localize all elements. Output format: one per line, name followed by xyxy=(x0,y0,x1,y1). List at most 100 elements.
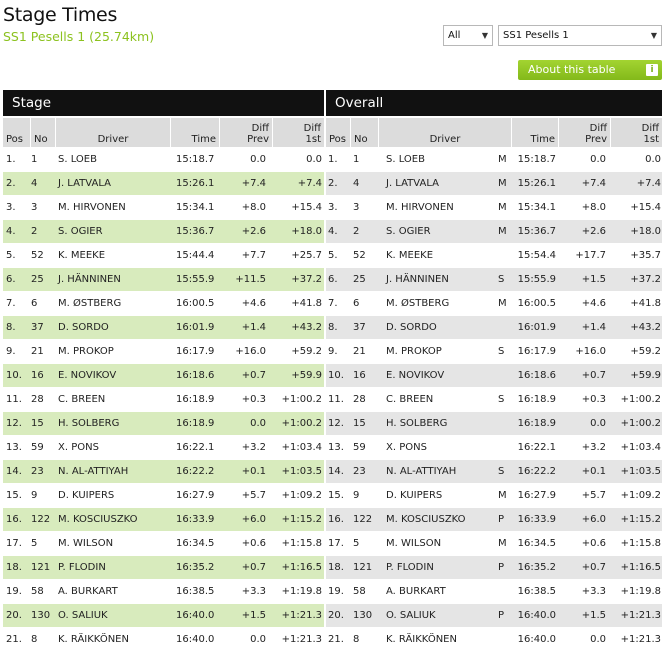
row-driver: K. MEEKE xyxy=(58,250,106,261)
table-row[interactable]: 16. 122 M. KOSCIUSZKO 16:33.9 +6.0 +1:15.2 xyxy=(3,508,324,532)
row-diff-first: +41.8 xyxy=(291,298,322,309)
col-time[interactable]: Time xyxy=(511,118,558,147)
row-driver: S. OGIER xyxy=(386,226,431,237)
table-row[interactable]: 1. 1 S. LOEB M 15:18.7 0.0 0.0 xyxy=(326,148,662,172)
row-pos: 14. xyxy=(328,466,344,477)
table-row[interactable]: 18. 121 P. FLODIN P 16:35.2 +0.7 +1:16.5 xyxy=(326,556,662,580)
table-row[interactable]: 15. 9 D. KUIPERS M 16:27.9 +5.7 +1:09.2 xyxy=(326,484,662,508)
table-row[interactable]: 21. 8 K. RÄIKKÖNEN 16:40.0 0.0 +1:21.3 xyxy=(326,628,662,652)
table-row[interactable]: 5. 52 K. MEEKE 15:44.4 +7.7 +25.7 xyxy=(3,244,324,268)
row-class: S xyxy=(498,466,505,477)
row-class: P xyxy=(498,514,505,525)
row-driver: M. ØSTBERG xyxy=(386,298,450,309)
row-class: M xyxy=(498,178,507,189)
row-pos: 7. xyxy=(328,298,338,309)
table-row[interactable]: 3. 3 M. HIRVONEN M 15:34.1 +8.0 +15.4 xyxy=(326,196,662,220)
row-pos: 5. xyxy=(328,250,338,261)
row-diff-prev: +2.6 xyxy=(241,226,266,237)
table-row[interactable]: 8. 37 D. SORDO 16:01.9 +1.4 +43.2 xyxy=(3,316,324,340)
row-no: 37 xyxy=(31,322,44,333)
table-row[interactable]: 13. 59 X. PONS 16:22.1 +3.2 +1:03.4 xyxy=(3,436,324,460)
table-row[interactable]: 15. 9 D. KUIPERS 16:27.9 +5.7 +1:09.2 xyxy=(3,484,324,508)
row-no: 2 xyxy=(31,226,38,237)
col-pos[interactable]: Pos xyxy=(3,118,30,147)
col-no[interactable]: No xyxy=(30,118,55,147)
table-row[interactable]: 12. 15 H. SOLBERG 16:18.9 0.0 +1:00.2 xyxy=(3,412,324,436)
table-row[interactable]: 7. 6 M. ØSTBERG 16:00.5 +4.6 +41.8 xyxy=(3,292,324,316)
col-no[interactable]: No xyxy=(350,118,378,147)
row-diff-first: +1:00.2 xyxy=(620,394,661,405)
table-row[interactable]: 4. 2 S. OGIER 15:36.7 +2.6 +18.0 xyxy=(3,220,324,244)
table-row[interactable]: 16. 122 M. KOSCIUSZKO P 16:33.9 +6.0 +1:15.2 xyxy=(326,508,662,532)
table-row[interactable]: 20. 130 O. SALIUK P 16:40.0 +1.5 +1:21.3 xyxy=(326,604,662,628)
row-no: 28 xyxy=(353,394,366,405)
col-diff-prev[interactable]: Diff Prev xyxy=(558,118,610,147)
row-diff-prev: +7.7 xyxy=(241,250,266,261)
row-driver: X. PONS xyxy=(58,442,99,453)
row-diff-first: +41.8 xyxy=(630,298,661,309)
row-pos: 4. xyxy=(328,226,338,237)
col-driver[interactable]: Driver xyxy=(55,118,170,147)
row-time: 15:26.1 xyxy=(517,178,556,189)
table-row[interactable]: 11. 28 C. BREEN S 16:18.9 +0.3 +1:00.2 xyxy=(326,388,662,412)
table-row[interactable]: 14. 23 N. AL-ATTIYAH 16:22.2 +0.1 +1:03.5 xyxy=(3,460,324,484)
row-time: 15:34.1 xyxy=(517,202,556,213)
row-diff-prev: +2.6 xyxy=(581,226,606,237)
table-row[interactable]: 8. 37 D. SORDO 16:01.9 +1.4 +43.2 xyxy=(326,316,662,340)
row-no: 9 xyxy=(31,490,38,501)
row-diff-prev: +0.7 xyxy=(581,370,606,381)
col-diff-prev[interactable]: Diff Prev xyxy=(219,118,272,147)
col-pos[interactable]: Pos xyxy=(326,118,350,147)
table-row[interactable]: 3. 3 M. HIRVONEN 15:34.1 +8.0 +15.4 xyxy=(3,196,324,220)
row-diff-prev: +1.4 xyxy=(581,322,606,333)
table-row[interactable]: 5. 52 K. MEEKE 15:54.4 +17.7 +35.7 xyxy=(326,244,662,268)
col-driver[interactable]: Driver xyxy=(378,118,511,147)
table-row[interactable]: 2. 4 J. LATVALA 15:26.1 +7.4 +7.4 xyxy=(3,172,324,196)
table-row[interactable]: 9. 21 M. PROKOP 16:17.9 +16.0 +59.2 xyxy=(3,340,324,364)
row-diff-prev: +0.3 xyxy=(241,394,266,405)
table-row[interactable]: 17. 5 M. WILSON M 16:34.5 +0.6 +1:15.8 xyxy=(326,532,662,556)
table-row[interactable]: 18. 121 P. FLODIN 16:35.2 +0.7 +1:16.5 xyxy=(3,556,324,580)
row-no: 52 xyxy=(353,250,366,261)
table-row[interactable]: 11. 28 C. BREEN 16:18.9 +0.3 +1:00.2 xyxy=(3,388,324,412)
row-no: 23 xyxy=(353,466,366,477)
row-driver: J. LATVALA xyxy=(58,178,111,189)
row-no: 25 xyxy=(31,274,44,285)
row-diff-first: +18.0 xyxy=(630,226,661,237)
table-row[interactable]: 13. 59 X. PONS 16:22.1 +3.2 +1:03.4 xyxy=(326,436,662,460)
table-row[interactable]: 9. 21 M. PROKOP S 16:17.9 +16.0 +59.2 xyxy=(326,340,662,364)
row-time: 16:22.1 xyxy=(517,442,556,453)
table-row[interactable]: 12. 15 H. SOLBERG 16:18.9 0.0 +1:00.2 xyxy=(326,412,662,436)
row-no: 23 xyxy=(31,466,44,477)
col-diff-first[interactable]: Diff 1st xyxy=(610,118,662,147)
table-row[interactable]: 19. 58 A. BURKART 16:38.5 +3.3 +1:19.8 xyxy=(326,580,662,604)
col-time[interactable]: Time xyxy=(170,118,219,147)
table-row[interactable]: 10. 16 E. NOVIKOV 16:18.6 +0.7 +59.9 xyxy=(3,364,324,388)
row-no: 21 xyxy=(31,346,44,357)
row-diff-first: +1:19.8 xyxy=(620,586,661,597)
row-diff-first: +7.4 xyxy=(636,178,661,189)
stage-select[interactable]: SS1 Pesells 1 ▼ xyxy=(498,25,662,46)
row-diff-prev: +1.5 xyxy=(241,610,266,621)
table-row[interactable]: 14. 23 N. AL-ATTIYAH S 16:22.2 +0.1 +1:03.5 xyxy=(326,460,662,484)
row-driver: D. SORDO xyxy=(58,322,109,333)
table-row[interactable]: 10. 16 E. NOVIKOV 16:18.6 +0.7 +59.9 xyxy=(326,364,662,388)
table-row[interactable]: 7. 6 M. ØSTBERG M 16:00.5 +4.6 +41.8 xyxy=(326,292,662,316)
row-driver: P. FLODIN xyxy=(386,562,434,573)
table-row[interactable]: 1. 1 S. LOEB 15:18.7 0.0 0.0 xyxy=(3,148,324,172)
table-row[interactable]: 19. 58 A. BURKART 16:38.5 +3.3 +1:19.8 xyxy=(3,580,324,604)
table-row[interactable]: 4. 2 S. OGIER M 15:36.7 +2.6 +18.0 xyxy=(326,220,662,244)
table-row[interactable]: 6. 25 J. HÄNNINEN S 15:55.9 +1.5 +37.2 xyxy=(326,268,662,292)
about-table-button[interactable]: About this table i xyxy=(518,60,662,80)
table-row[interactable]: 6. 25 J. HÄNNINEN 15:55.9 +11.5 +37.2 xyxy=(3,268,324,292)
table-row[interactable]: 2. 4 J. LATVALA M 15:26.1 +7.4 +7.4 xyxy=(326,172,662,196)
table-row[interactable]: 20. 130 O. SALIUK 16:40.0 +1.5 +1:21.3 xyxy=(3,604,324,628)
overall-section-header: Overall xyxy=(326,90,662,116)
class-filter-select[interactable]: All ▼ xyxy=(443,25,493,46)
row-time: 16:33.9 xyxy=(517,514,556,525)
table-row[interactable]: 21. 8 K. RÄIKKÖNEN 16:40.0 0.0 +1:21.3 xyxy=(3,628,324,652)
col-diff-first[interactable]: Diff 1st xyxy=(272,118,324,147)
row-class: M xyxy=(498,538,507,549)
row-pos: 20. xyxy=(328,610,344,621)
table-row[interactable]: 17. 5 M. WILSON 16:34.5 +0.6 +1:15.8 xyxy=(3,532,324,556)
